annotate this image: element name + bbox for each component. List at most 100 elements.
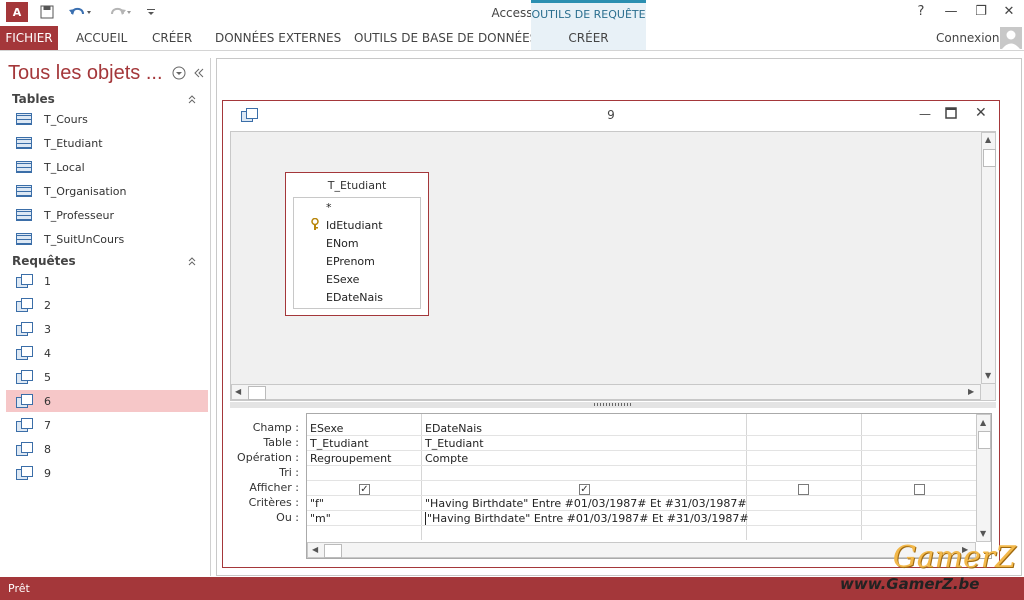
collapse-nav-icon[interactable] bbox=[193, 66, 205, 83]
nav-item-query-6[interactable]: 6 bbox=[6, 390, 208, 412]
field-item[interactable]: * bbox=[326, 201, 332, 214]
nav-item-query-3[interactable]: 3 bbox=[6, 318, 208, 340]
tab-query-create[interactable]: CRÉER bbox=[531, 26, 646, 50]
query-icon bbox=[16, 346, 33, 360]
nav-item-query-1[interactable]: 1 bbox=[6, 270, 208, 292]
avatar[interactable] bbox=[1000, 27, 1022, 49]
field-item[interactable]: IdEtudiant bbox=[326, 219, 383, 232]
nav-item-t-cours[interactable]: T_Cours bbox=[6, 108, 208, 130]
collapse-group-icon[interactable] bbox=[186, 255, 198, 270]
primary-key-icon bbox=[310, 217, 320, 233]
scroll-thumb[interactable] bbox=[983, 149, 996, 167]
query-icon bbox=[16, 370, 33, 384]
show-checkbox-4[interactable] bbox=[914, 484, 925, 495]
maximize-query-button[interactable] bbox=[945, 107, 957, 122]
upper-horizontal-scrollbar[interactable]: ◀ ▶ bbox=[231, 384, 981, 400]
nav-item-label: 5 bbox=[44, 370, 51, 384]
minimize-button[interactable]: — bbox=[938, 2, 964, 22]
nav-pane-title[interactable]: Tous les objets ... bbox=[8, 62, 163, 85]
show-checkbox-3[interactable] bbox=[798, 484, 809, 495]
nav-item-t-professeur[interactable]: T_Professeur bbox=[6, 204, 208, 226]
context-tab-group: OUTILS DE REQUÊTE bbox=[531, 0, 646, 26]
nav-item-query-5[interactable]: 5 bbox=[6, 366, 208, 388]
nav-item-label: 8 bbox=[44, 442, 51, 456]
row-label-criteres: Critères : bbox=[248, 496, 299, 509]
grid-cell-champ-1[interactable]: ESexe bbox=[310, 422, 343, 435]
scroll-thumb[interactable] bbox=[324, 544, 342, 558]
grid-cell-criteres-2[interactable]: "Having Birthdate" Entre #01/03/1987# Et… bbox=[425, 497, 747, 510]
scroll-up-icon[interactable]: ▲ bbox=[985, 135, 991, 144]
scroll-thumb[interactable] bbox=[978, 431, 991, 449]
nav-item-query-4[interactable]: 4 bbox=[6, 342, 208, 364]
nav-item-t-organisation[interactable]: T_Organisation bbox=[6, 180, 208, 202]
field-item[interactable]: ENom bbox=[326, 237, 359, 250]
nav-group-tables[interactable]: Tables bbox=[12, 92, 55, 106]
tab-creer[interactable]: CRÉER bbox=[152, 26, 192, 50]
grid-cell-table-1[interactable]: T_Etudiant bbox=[310, 437, 369, 450]
restore-button[interactable]: ❐ bbox=[968, 2, 994, 22]
field-item[interactable]: ESexe bbox=[326, 273, 359, 286]
scroll-thumb[interactable] bbox=[248, 386, 266, 400]
grid-cell-ou-1[interactable]: "m" bbox=[310, 512, 331, 525]
query-icon bbox=[16, 274, 33, 288]
tab-donnees-externes[interactable]: DONNÉES EXTERNES bbox=[215, 26, 341, 50]
splitter-grip-icon[interactable] bbox=[594, 403, 632, 406]
query-icon bbox=[16, 466, 33, 480]
scroll-left-icon[interactable]: ◀ bbox=[312, 545, 318, 554]
nav-dropdown-icon[interactable] bbox=[172, 66, 186, 83]
grid-cell-operation-1[interactable]: Regroupement bbox=[310, 452, 391, 465]
query-icon bbox=[16, 298, 33, 312]
nav-item-label: T_Cours bbox=[44, 112, 88, 126]
tab-outils-bdd[interactable]: OUTILS DE BASE DE DONNÉES bbox=[354, 26, 537, 50]
nav-item-label: T_Etudiant bbox=[44, 136, 103, 150]
grid-cell-ou-2[interactable]: "Having Birthdate" Entre #01/03/1987# Et… bbox=[425, 512, 749, 525]
query-icon bbox=[16, 418, 33, 432]
field-list-title: T_Etudiant bbox=[327, 179, 387, 192]
scroll-up-icon[interactable]: ▲ bbox=[980, 418, 986, 427]
query-icon bbox=[16, 322, 33, 336]
tab-accueil[interactable]: ACCUEIL bbox=[76, 26, 127, 50]
grid-cell-table-2[interactable]: T_Etudiant bbox=[425, 437, 484, 450]
pane-splitter[interactable] bbox=[230, 402, 996, 408]
scroll-right-icon[interactable]: ▶ bbox=[968, 387, 974, 396]
nav-group-queries[interactable]: Requêtes bbox=[12, 254, 76, 268]
field-list-t-etudiant[interactable]: T_Etudiant * IdEtudiant ENom EPrenom ESe… bbox=[285, 172, 429, 316]
grid-vertical-scrollbar[interactable]: ▲ ▼ bbox=[976, 414, 991, 542]
close-query-button[interactable]: ✕ bbox=[975, 105, 987, 121]
help-button[interactable]: ? bbox=[908, 2, 934, 22]
status-text: Prêt bbox=[8, 582, 30, 595]
nav-item-t-etudiant[interactable]: T_Etudiant bbox=[6, 132, 208, 154]
field-item[interactable]: EDateNais bbox=[326, 291, 383, 304]
nav-item-query-2[interactable]: 2 bbox=[6, 294, 208, 316]
nav-item-t-local[interactable]: T_Local bbox=[6, 156, 208, 178]
upper-vertical-scrollbar[interactable]: ▲ ▼ bbox=[981, 132, 996, 384]
field-list-box: * IdEtudiant ENom EPrenom ESexe EDateNai… bbox=[293, 197, 421, 309]
nav-item-label: 9 bbox=[44, 466, 51, 480]
scroll-left-icon[interactable]: ◀ bbox=[235, 387, 241, 396]
grid-cell-criteres-1[interactable]: "f" bbox=[310, 497, 324, 510]
minimize-query-button[interactable]: — bbox=[917, 107, 933, 121]
grid-cell-operation-2[interactable]: Compte bbox=[425, 452, 468, 465]
scroll-down-icon[interactable]: ▼ bbox=[980, 529, 986, 538]
nav-item-label: T_Organisation bbox=[44, 184, 127, 198]
nav-item-query-7[interactable]: 7 bbox=[6, 414, 208, 436]
collapse-group-icon[interactable] bbox=[186, 93, 198, 108]
nav-item-label: 2 bbox=[44, 298, 51, 312]
sign-in-link[interactable]: Connexion bbox=[936, 26, 1000, 50]
nav-item-query-8[interactable]: 8 bbox=[6, 438, 208, 460]
table-icon bbox=[16, 185, 32, 197]
row-label-ou: Ou : bbox=[276, 511, 299, 524]
field-item[interactable]: EPrenom bbox=[326, 255, 375, 268]
close-button[interactable]: ✕ bbox=[996, 2, 1022, 22]
tab-file[interactable]: FICHIER bbox=[0, 26, 58, 50]
scroll-down-icon[interactable]: ▼ bbox=[985, 371, 991, 380]
nav-item-query-9[interactable]: 9 bbox=[6, 462, 208, 484]
show-checkbox-1[interactable]: ✓ bbox=[359, 484, 370, 495]
row-label-tri: Tri : bbox=[279, 466, 299, 479]
nav-item-t-suituncours[interactable]: T_SuitUnCours bbox=[6, 228, 208, 250]
nav-item-label: T_SuitUnCours bbox=[44, 232, 125, 246]
grid-cell-champ-2[interactable]: EDateNais bbox=[425, 422, 482, 435]
title-bar: A Access OUTILS DE REQUÊTE ? — ❐ ✕ bbox=[0, 0, 1024, 26]
show-checkbox-2[interactable]: ✓ bbox=[579, 484, 590, 495]
query-design-grid: ESexe T_Etudiant Regroupement ✓ "f" "m" … bbox=[306, 413, 992, 559]
